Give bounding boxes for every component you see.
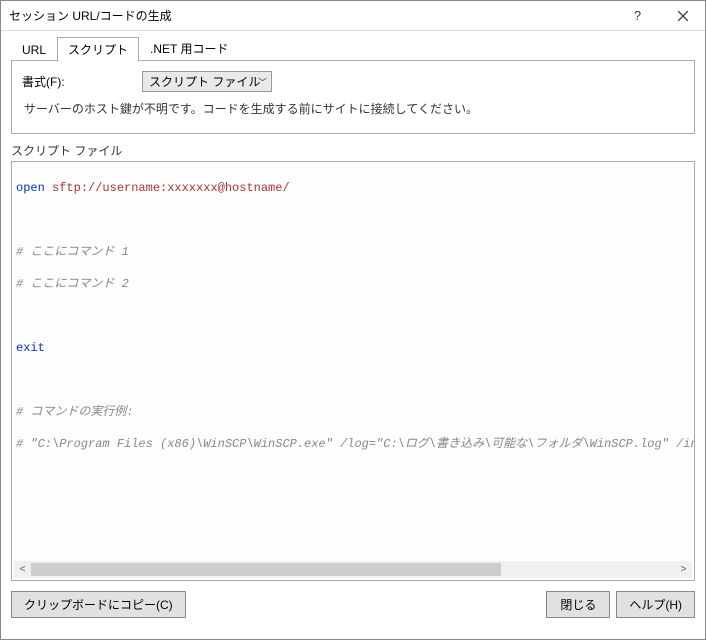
window-title: セッション URL/コードの生成 — [9, 7, 615, 24]
script-file-label: スクリプト ファイル — [11, 142, 695, 159]
help-titlebar-button[interactable]: ? — [615, 1, 660, 31]
code-comment-cmdline: # "C:\Program Files (x86)\WinSCP\WinSCP.… — [16, 436, 690, 452]
footer-buttons: クリップボードにコピー(C) 閉じる ヘルプ(H) — [11, 591, 695, 618]
close-button[interactable]: 閉じる — [546, 591, 610, 618]
tab-bar: URL スクリプト .NET 用コード — [11, 39, 695, 61]
code-comment-2: # ここにコマンド 2 — [16, 276, 690, 292]
titlebar: セッション URL/コードの生成 ? — [1, 1, 705, 31]
format-select-value: スクリプト ファイル — [149, 73, 260, 90]
scroll-right-icon[interactable]: > — [675, 561, 692, 578]
format-row: 書式(F): スクリプト ファイル ﹀ — [22, 71, 684, 92]
tab-url[interactable]: URL — [11, 39, 57, 61]
code-keyword-open: open — [16, 181, 45, 195]
code-keyword-exit: exit — [16, 341, 45, 355]
help-button[interactable]: ヘルプ(H) — [616, 591, 695, 618]
code-comment-1: # ここにコマンド 1 — [16, 244, 690, 260]
copy-clipboard-button[interactable]: クリップボードにコピー(C) — [11, 591, 186, 618]
chevron-down-icon: ﹀ — [258, 75, 267, 88]
format-label: 書式(F): — [22, 73, 132, 90]
tab-dotnet[interactable]: .NET 用コード — [139, 36, 239, 61]
dialog-content: URL スクリプト .NET 用コード 書式(F): スクリプト ファイル ﹀ … — [1, 31, 705, 628]
code-comment-example: # コマンドの実行例: — [16, 404, 690, 420]
hostkey-warning: サーバーのホスト鍵が不明です。コードを生成する前にサイトに接続してください。 — [24, 100, 684, 117]
scroll-thumb[interactable] — [31, 563, 501, 576]
close-titlebar-button[interactable] — [660, 1, 705, 31]
scroll-track[interactable] — [31, 561, 675, 578]
code-arg-url: sftp://username:xxxxxxx@hostname/ — [45, 181, 290, 195]
tab-panel: 書式(F): スクリプト ファイル ﹀ サーバーのホスト鍵が不明です。コードを生… — [11, 61, 695, 134]
horizontal-scrollbar[interactable]: < > — [14, 561, 692, 578]
close-icon — [678, 11, 688, 21]
scroll-left-icon[interactable]: < — [14, 561, 31, 578]
code-area[interactable]: open sftp://username:xxxxxxx@hostname/ #… — [11, 161, 695, 581]
format-select[interactable]: スクリプト ファイル ﹀ — [142, 71, 272, 92]
tab-script[interactable]: スクリプト — [57, 37, 139, 62]
code-content: open sftp://username:xxxxxxx@hostname/ #… — [12, 162, 694, 486]
